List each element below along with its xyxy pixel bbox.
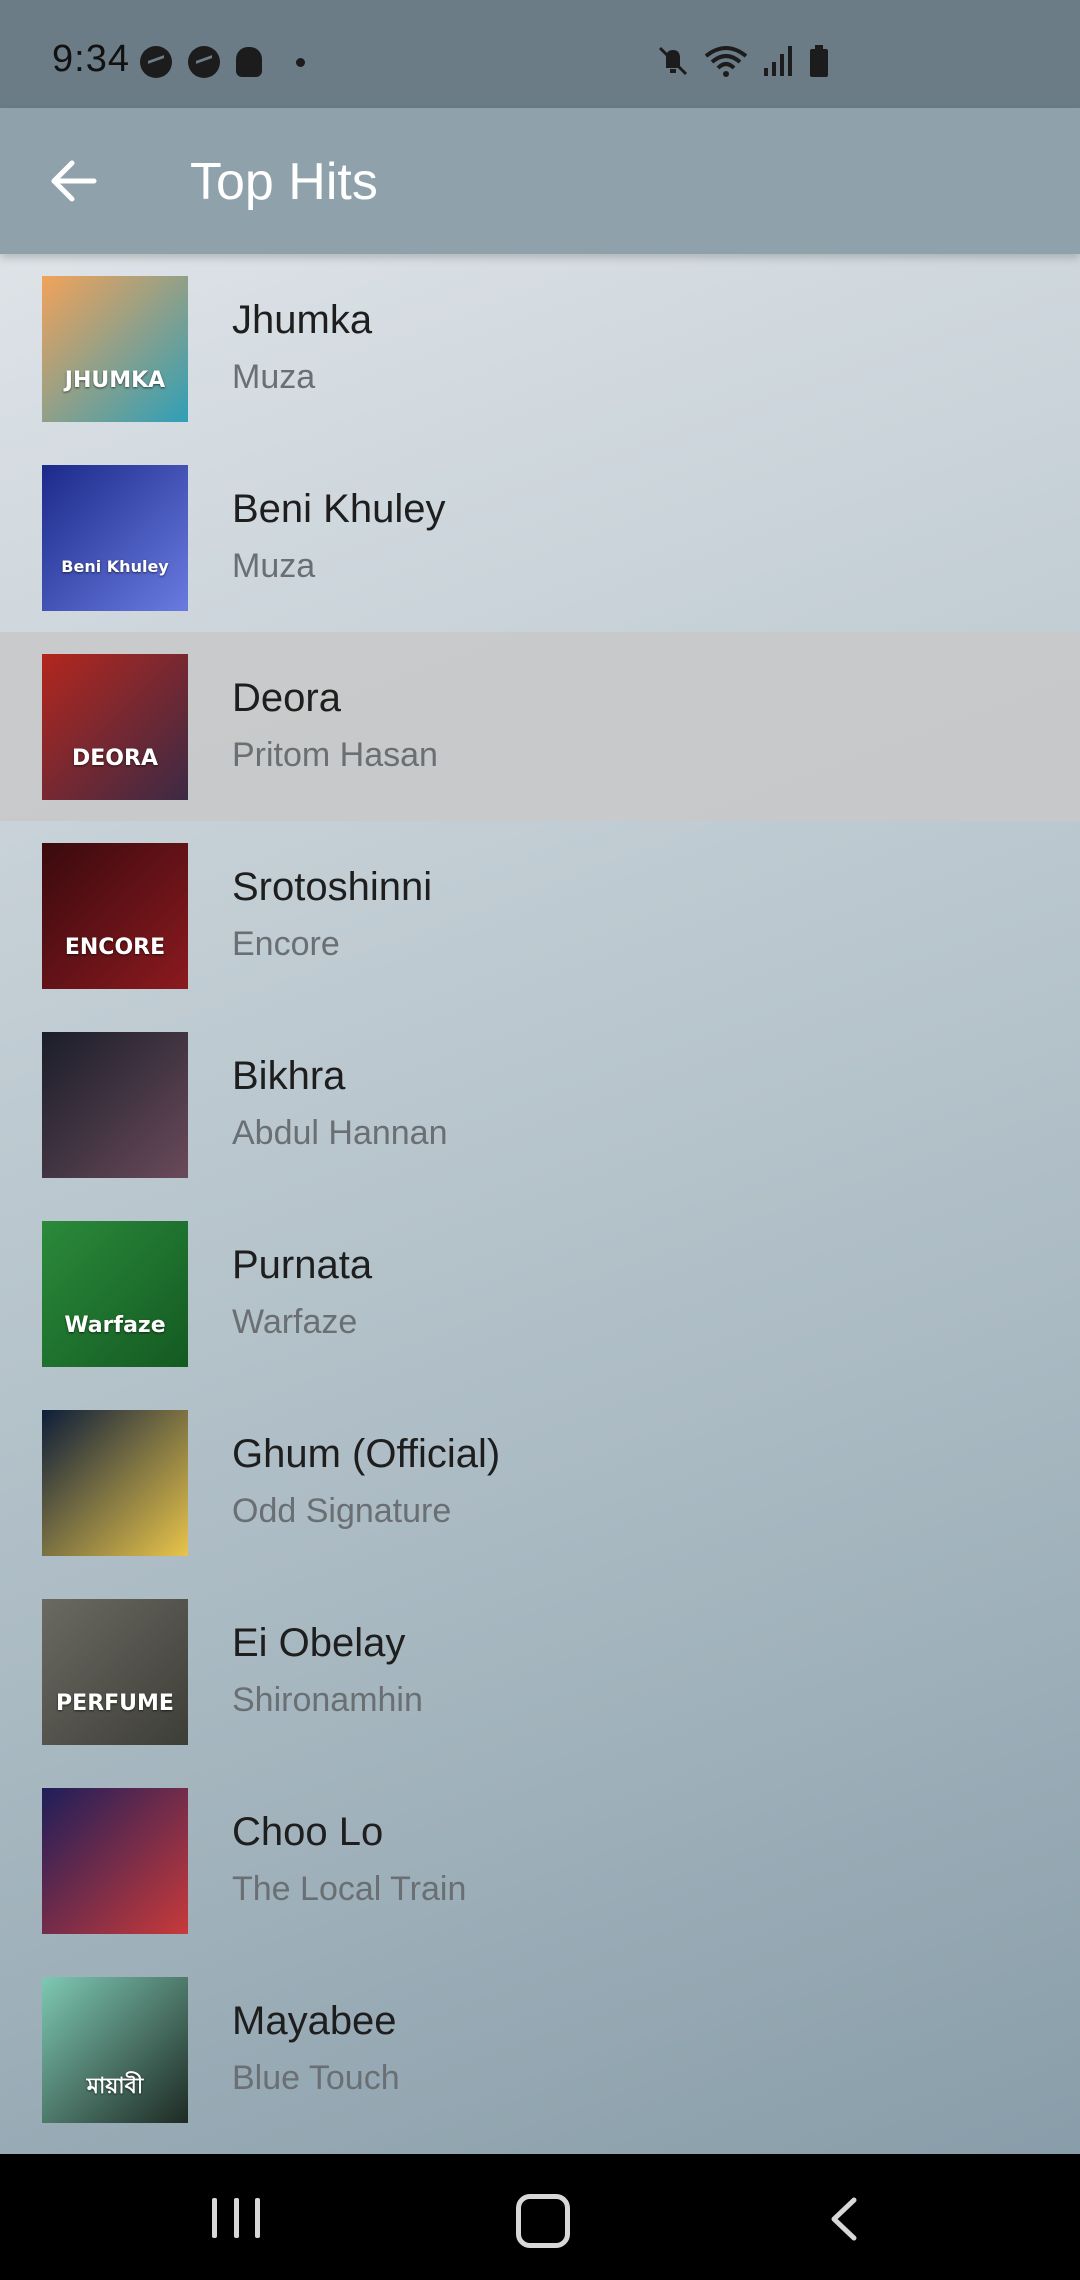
song-title: Deora — [232, 676, 341, 720]
song-title: Beni Khuley — [232, 487, 446, 531]
album-art — [42, 1788, 188, 1934]
song-list-item[interactable]: Warfaze Purnata Warfaze — [0, 1199, 1080, 1388]
song-list-item[interactable]: DEORA Deora Pritom Hasan — [0, 632, 1080, 821]
snapchat-icon — [236, 47, 262, 77]
song-title: Purnata — [232, 1243, 373, 1287]
album-art: Beni Khuley — [42, 465, 188, 611]
arrow-left-icon — [51, 160, 97, 202]
mute-icon — [656, 44, 690, 83]
song-artist: Warfaze — [232, 1303, 358, 1341]
song-list-item[interactable]: ENCORE Srotoshinni Encore — [0, 821, 1080, 1010]
song-title: Mayabee — [232, 1999, 397, 2043]
song-artist: Encore — [232, 925, 340, 963]
song-artist: The Local Train — [232, 1870, 467, 1908]
song-artist: Muza — [232, 358, 316, 396]
album-art: Warfaze — [42, 1221, 188, 1367]
battery-icon — [808, 44, 830, 83]
song-title: Ei Obelay — [232, 1621, 406, 1665]
album-art — [42, 1032, 188, 1178]
app-bar: Top Hits — [0, 108, 1080, 254]
song-artist: Shironamhin — [232, 1681, 423, 1719]
messenger-icon — [140, 46, 172, 78]
album-art-text: Beni Khuley — [61, 557, 169, 576]
song-artist: Abdul Hannan — [232, 1114, 448, 1152]
song-title: Jhumka — [232, 298, 373, 342]
song-list-item[interactable]: PERFUME Ei Obelay Shironamhin — [0, 1577, 1080, 1766]
system-nav-bar — [0, 2154, 1080, 2280]
album-art-text: Warfaze — [64, 1313, 166, 1338]
album-art-text: DEORA — [72, 746, 158, 771]
back-icon[interactable] — [820, 2194, 870, 2244]
album-art: JHUMKA — [42, 276, 188, 422]
song-artist: Odd Signature — [232, 1492, 452, 1530]
song-list[interactable]: JHUMKA Jhumka Muza Beni Khuley Beni Khul… — [0, 254, 1080, 2154]
album-art-text: ENCORE — [64, 935, 166, 960]
album-art-text: PERFUME — [56, 1691, 174, 1716]
song-list-item[interactable]: JHUMKA Jhumka Muza — [0, 254, 1080, 443]
status-time: 9:34 — [52, 38, 130, 80]
page-title: Top Hits — [190, 153, 378, 211]
song-list-item[interactable]: Choo Lo The Local Train — [0, 1766, 1080, 1955]
album-art-text: মায়াবী — [86, 2074, 144, 2099]
album-art: মায়াবী — [42, 1977, 188, 2123]
song-list-item[interactable]: Bikhra Abdul Hannan — [0, 1010, 1080, 1199]
song-title: Choo Lo — [232, 1810, 384, 1854]
song-list-item[interactable]: Beni Khuley Beni Khuley Muza — [0, 443, 1080, 632]
wifi-icon — [704, 44, 748, 83]
album-art: PERFUME — [42, 1599, 188, 1745]
notification-icons — [140, 46, 305, 78]
song-artist: Blue Touch — [232, 2059, 400, 2097]
song-title: Ghum (Official) — [232, 1432, 501, 1476]
messenger-icon — [188, 46, 220, 78]
album-art: ENCORE — [42, 843, 188, 989]
album-art — [42, 1410, 188, 1556]
recents-icon[interactable] — [212, 2198, 260, 2238]
song-list-item[interactable]: Ghum (Official) Odd Signature — [0, 1388, 1080, 1577]
song-artist: Pritom Hasan — [232, 736, 438, 774]
song-artist: Muza — [232, 547, 316, 585]
signal-icon — [762, 44, 794, 83]
song-list-item[interactable]: মায়াবী Mayabee Blue Touch — [0, 1955, 1080, 2144]
song-title: Srotoshinni — [232, 865, 433, 909]
home-icon[interactable] — [516, 2194, 570, 2248]
song-title: Bikhra — [232, 1054, 346, 1098]
system-icons — [656, 44, 830, 83]
status-bar: 9:34 — [0, 0, 1080, 108]
album-art-text: JHUMKA — [64, 368, 166, 393]
album-art: DEORA — [42, 654, 188, 800]
dot-icon — [296, 57, 305, 67]
back-button[interactable] — [40, 148, 106, 214]
